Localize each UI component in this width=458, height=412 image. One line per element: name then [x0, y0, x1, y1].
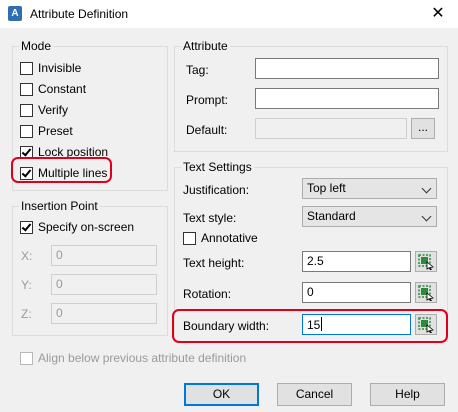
- chevron-down-icon: [421, 183, 432, 194]
- prompt-input[interactable]: [255, 88, 439, 109]
- prompt-label: Prompt:: [186, 93, 229, 107]
- checkbox-box[interactable]: [20, 61, 33, 75]
- default-input[interactable]: [255, 118, 407, 139]
- text-settings-group-label: Text Settings: [181, 160, 254, 174]
- text-caret: [321, 317, 323, 331]
- x-label: X:: [21, 249, 33, 263]
- checkbox-box[interactable]: [20, 124, 33, 138]
- invisible-label: Invisible: [38, 61, 82, 75]
- help-button[interactable]: Help: [370, 383, 445, 406]
- boundary-width-input[interactable]: 15: [302, 314, 411, 335]
- invisible-checkbox[interactable]: Invisible: [20, 60, 81, 76]
- specify-on-screen-label: Specify on-screen: [38, 220, 135, 234]
- boundary-width-label: Boundary width:: [183, 319, 270, 333]
- justification-label: Justification:: [183, 183, 250, 197]
- default-label: Default:: [186, 123, 228, 137]
- cancel-button[interactable]: Cancel: [277, 383, 352, 406]
- z-label: Z:: [21, 307, 32, 321]
- chevron-down-icon: [421, 211, 432, 222]
- z-input[interactable]: 0: [51, 303, 157, 324]
- window-title: Attribute Definition: [30, 7, 129, 21]
- text-style-value: Standard: [307, 209, 356, 223]
- y-input[interactable]: 0: [51, 274, 157, 295]
- attribute-group: Attribute Tag: Prompt: Default: ...: [174, 39, 448, 152]
- boundary-width-value: 15: [307, 318, 321, 332]
- checkbox-box[interactable]: [20, 103, 33, 117]
- checkbox-box[interactable]: [20, 145, 33, 159]
- preset-checkbox[interactable]: Preset: [20, 123, 73, 139]
- checkbox-box[interactable]: [20, 220, 33, 234]
- close-icon: ✕: [431, 5, 445, 22]
- text-settings-group: Text Settings Justification: Top left Te…: [174, 160, 448, 342]
- rotation-input[interactable]: 0: [302, 282, 411, 303]
- specify-on-screen-checkbox[interactable]: Specify on-screen: [20, 219, 134, 235]
- verify-checkbox[interactable]: Verify: [20, 102, 68, 118]
- lock-position-label: Lock position: [38, 145, 109, 159]
- mode-group: Mode Invisible Constant Verify Preset Lo…: [12, 39, 168, 191]
- attribute-group-label: Attribute: [181, 39, 230, 53]
- title-bar: A Attribute Definition ✕: [0, 0, 458, 28]
- constant-checkbox[interactable]: Constant: [20, 81, 86, 97]
- rotation-label: Rotation:: [183, 287, 232, 301]
- multiple-lines-checkbox[interactable]: Multiple lines: [20, 165, 107, 181]
- pick-boundary-width-button[interactable]: [415, 314, 437, 335]
- pick-point-icon: [418, 285, 434, 301]
- checkbox-box[interactable]: [20, 82, 33, 96]
- pick-height-button[interactable]: [415, 251, 437, 272]
- justification-value: Top left: [307, 181, 346, 195]
- text-height-label: Text height:: [183, 256, 245, 270]
- pick-point-icon: [418, 254, 434, 270]
- text-height-input[interactable]: 2.5: [302, 251, 411, 272]
- annotative-label: Annotative: [201, 231, 258, 245]
- multiple-lines-label: Multiple lines: [38, 166, 108, 180]
- dialog-client-area: Mode Invisible Constant Verify Preset Lo…: [0, 28, 458, 412]
- align-below-checkbox[interactable]: Align below previous attribute definitio…: [20, 350, 246, 366]
- insertion-point-group-label: Insertion Point: [19, 199, 100, 213]
- autocad-app-icon: A: [8, 6, 22, 21]
- x-input[interactable]: 0: [51, 245, 157, 266]
- checkbox-box[interactable]: [20, 166, 33, 180]
- verify-label: Verify: [38, 103, 69, 117]
- justification-dropdown[interactable]: Top left: [302, 178, 437, 199]
- text-style-label: Text style:: [183, 211, 237, 225]
- align-below-label: Align below previous attribute definitio…: [38, 351, 247, 365]
- checkbox-box[interactable]: [20, 351, 33, 365]
- constant-label: Constant: [38, 82, 87, 96]
- insert-field-button[interactable]: ...: [411, 118, 435, 139]
- ok-button[interactable]: OK: [184, 383, 259, 406]
- insertion-point-group: Insertion Point Specify on-screen X: 0 Y…: [12, 199, 168, 336]
- pick-rotation-button[interactable]: [415, 282, 437, 303]
- text-style-dropdown[interactable]: Standard: [302, 206, 437, 227]
- y-label: Y:: [21, 278, 32, 292]
- pick-point-icon: [418, 317, 434, 333]
- annotative-checkbox[interactable]: Annotative: [183, 230, 258, 246]
- preset-label: Preset: [38, 124, 73, 138]
- tag-input[interactable]: [255, 58, 439, 79]
- lock-position-checkbox[interactable]: Lock position: [20, 144, 108, 160]
- close-button[interactable]: ✕: [418, 0, 458, 28]
- checkbox-box[interactable]: [183, 231, 196, 245]
- tag-label: Tag:: [186, 63, 209, 77]
- mode-group-label: Mode: [19, 39, 54, 53]
